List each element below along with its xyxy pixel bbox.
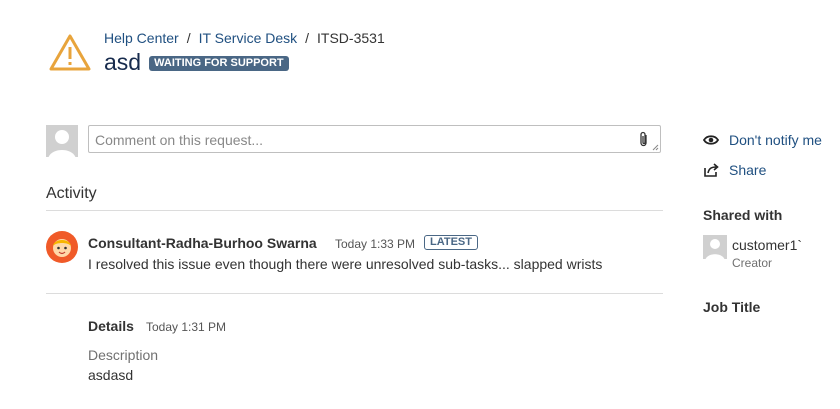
comment-placeholder: Comment on this request... — [95, 132, 264, 148]
paperclip-icon[interactable] — [638, 131, 650, 148]
breadcrumb: Help Center / IT Service Desk / ITSD-3531 — [104, 30, 385, 46]
divider — [46, 210, 663, 211]
breadcrumb-separator: / — [186, 30, 191, 46]
comment-input[interactable]: Comment on this request... — [88, 125, 661, 153]
participant-name: customer1` — [732, 237, 803, 253]
participant-avatar — [703, 235, 727, 259]
status-badge: WAITING FOR SUPPORT — [149, 56, 289, 71]
avatar — [46, 125, 78, 157]
divider — [46, 293, 663, 294]
eye-icon — [703, 135, 719, 145]
activity-heading: Activity — [46, 185, 97, 202]
user-silhouette-icon — [48, 130, 76, 157]
details-time: Today 1:31 PM — [146, 320, 227, 334]
title-row: asd WAITING FOR SUPPORT — [104, 48, 289, 76]
breadcrumb-separator: / — [305, 30, 310, 46]
user-silhouette-icon — [705, 239, 725, 259]
latest-badge: LATEST — [424, 235, 478, 250]
share-link[interactable]: Share — [729, 162, 766, 178]
comment-body: I resolved this issue even though there … — [88, 256, 603, 272]
breadcrumb-service-desk[interactable]: IT Service Desk — [199, 30, 298, 46]
page-title: asd — [104, 49, 142, 75]
breadcrumb-current: ITSD-3531 — [317, 30, 385, 46]
share-icon — [704, 163, 719, 177]
breadcrumb-help-center[interactable]: Help Center — [104, 30, 179, 46]
commenter-avatar — [46, 231, 78, 263]
warning-icon — [49, 34, 91, 71]
comment-author: Consultant-Radha-Burhoo Swarna — [88, 235, 317, 251]
resize-handle-icon[interactable] — [652, 144, 659, 151]
details-label: Details — [88, 318, 134, 334]
job-title-heading: Job Title — [703, 299, 761, 315]
dont-notify-link[interactable]: Don't notify me — [729, 132, 822, 148]
participant-role: Creator — [732, 256, 773, 270]
comment-time: Today 1:33 PM — [335, 237, 416, 251]
shared-with-heading: Shared with — [703, 207, 783, 223]
description-label: Description — [88, 347, 159, 363]
description-value: asdasd — [88, 367, 134, 383]
